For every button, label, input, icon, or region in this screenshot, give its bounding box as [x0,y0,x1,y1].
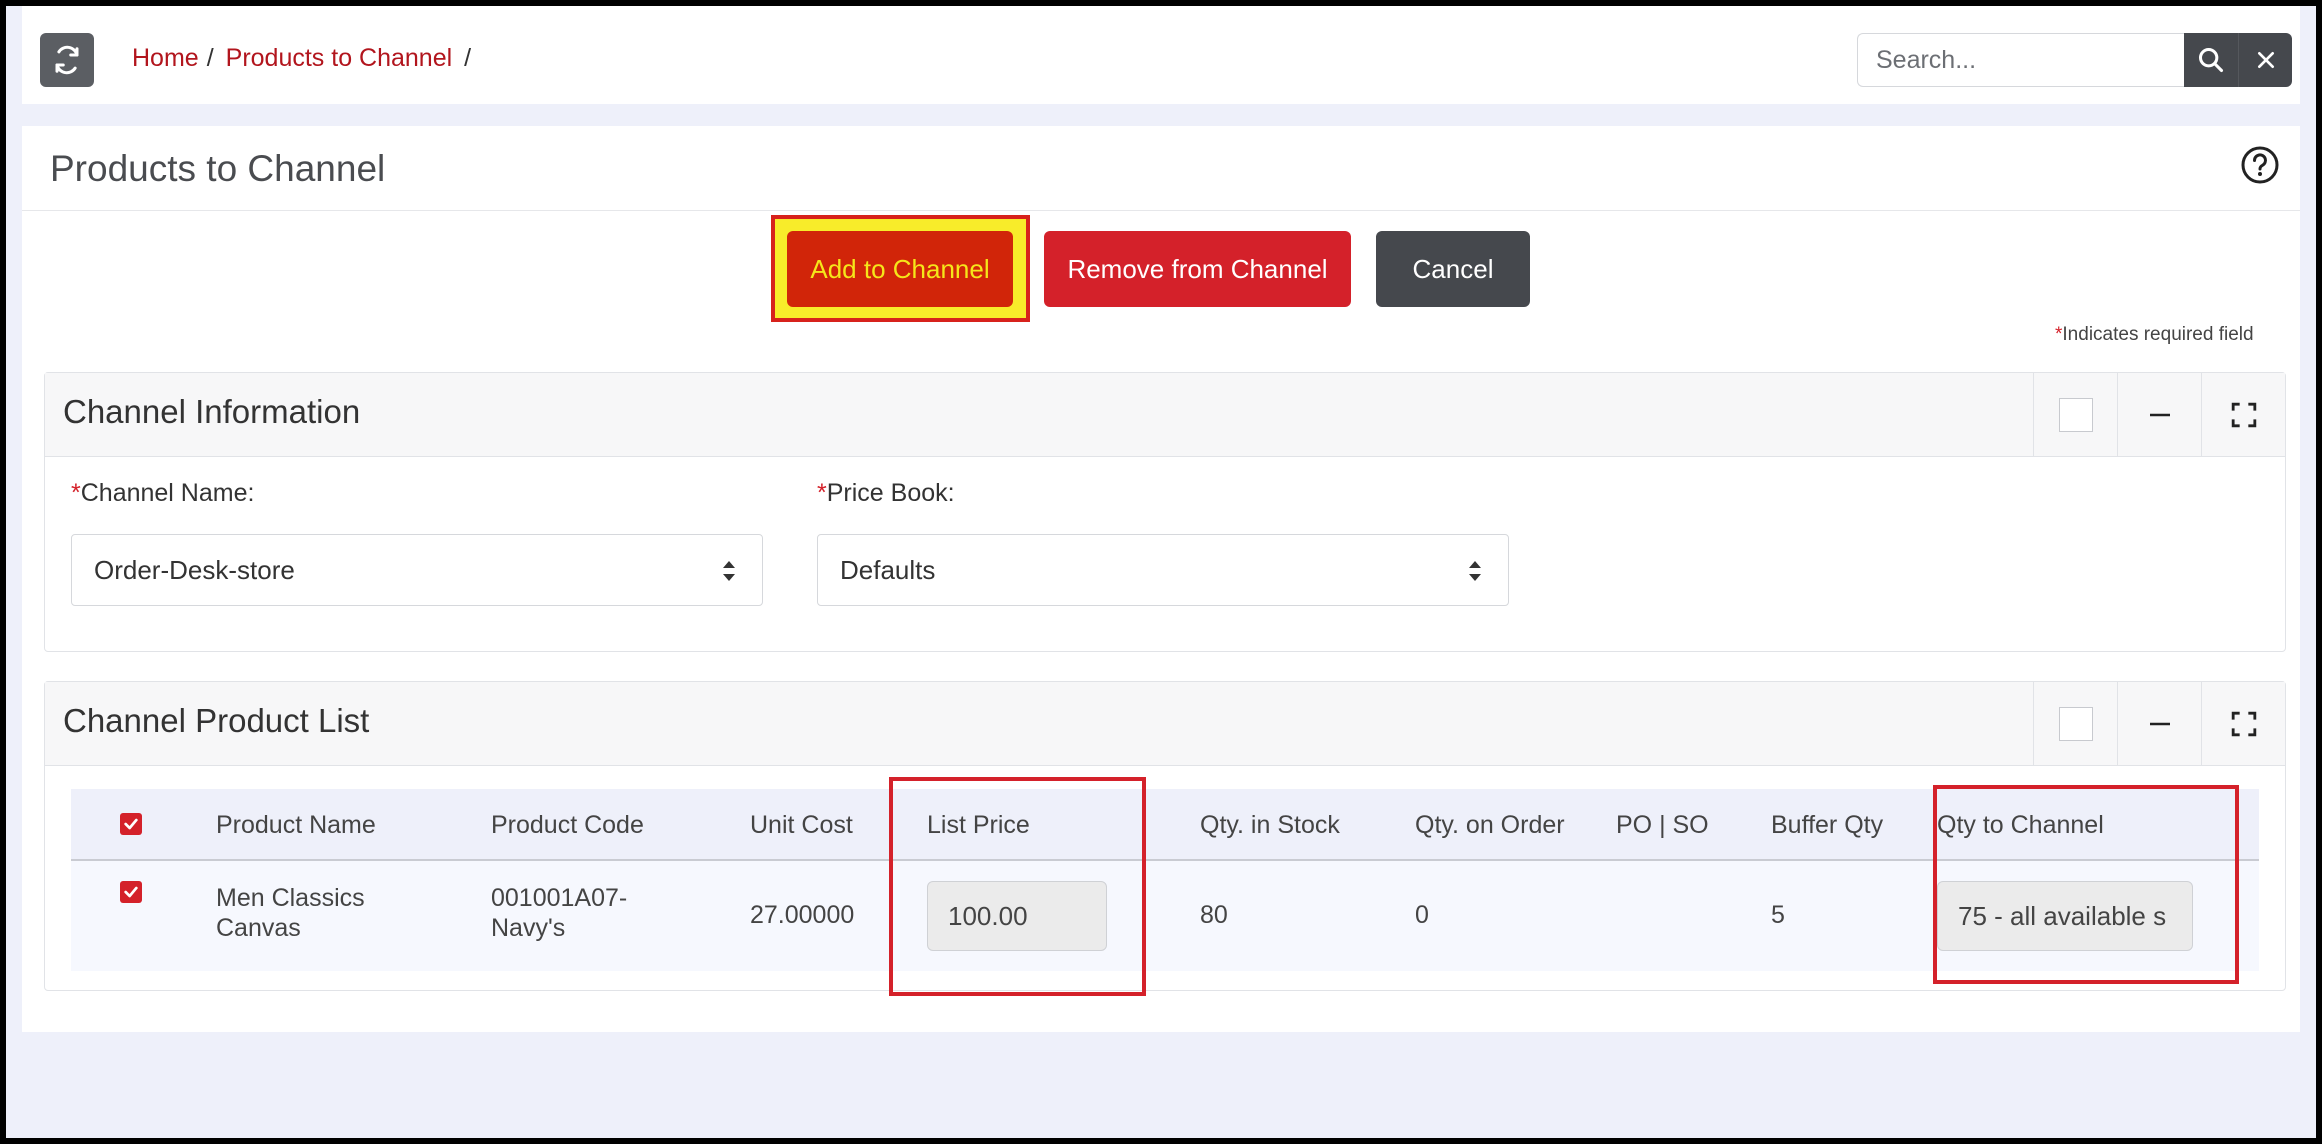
price-book-value: Defaults [840,554,936,585]
buffer-qty: 5 [1771,901,1785,929]
panel-title: Channel Information [63,393,361,430]
panel-select-tool[interactable] [2033,373,2117,457]
panel-tools [2033,373,2285,457]
column-header-product-name[interactable]: Product Name [216,811,376,840]
required-field-note: *Indicates required field [2055,324,2254,346]
product-code-line1: 001001A07- [491,884,628,912]
qty-in-stock: 80 [1200,901,1228,929]
select-all-checkbox[interactable] [120,813,142,835]
minus-icon [2149,722,2170,726]
cancel-button[interactable]: Cancel [1376,231,1530,307]
product-table: Product Name Product Code Unit Cost List… [71,789,2259,971]
main-card: Products to Channel Add to Channel Remov… [22,126,2300,1032]
required-star: * [71,479,81,507]
help-icon[interactable] [2240,145,2280,185]
add-to-channel-button[interactable]: Add to Channel [787,231,1013,307]
clear-search-button[interactable] [2238,33,2292,87]
remove-from-channel-button[interactable]: Remove from Channel [1044,231,1351,307]
column-header-buffer-qty[interactable]: Buffer Qty [1771,811,1883,840]
close-icon [2257,52,2274,68]
price-book-label: *Price Book: [817,479,955,508]
channel-name-label-text: Channel Name: [80,479,255,507]
check-icon [124,886,138,898]
price-book-select[interactable]: Defaults [817,534,1509,606]
breadcrumb: Home / Products to Channel / [132,44,483,73]
panel-header: Channel Information [45,373,2285,457]
required-note-text: Indicates required field [2062,324,2254,345]
search-input[interactable] [1857,33,2184,87]
page-title: Products to Channel [50,148,386,189]
channel-name-value: Order-Desk-store [94,554,295,585]
unit-cost: 27.00000 [750,901,855,929]
square-icon [2058,707,2093,741]
select-arrows-icon [723,561,735,581]
list-price-highlight [889,777,1146,996]
product-code: 001001A07- Navy's [491,883,627,943]
column-header-qty-on-order[interactable]: Qty. on Order [1415,811,1565,840]
row-checkbox[interactable] [120,881,142,903]
product-name-line2: Canvas [216,914,301,942]
column-header-qty-in-stock[interactable]: Qty. in Stock [1200,811,1340,840]
title-divider [22,210,2300,211]
breadcrumb-separator: / [206,44,214,72]
expand-button[interactable] [2201,373,2285,457]
product-name-line1: Men Classics [216,884,365,912]
qty-on-order: 0 [1415,901,1429,929]
column-header-po-so[interactable]: PO | SO [1616,811,1709,840]
panel-header: Channel Product List [45,682,2285,766]
search-button[interactable] [2184,33,2238,87]
search-bar [1857,33,2292,87]
panel-tools [2033,682,2285,766]
breadcrumb-current[interactable]: Products to Channel [226,44,453,73]
price-book-label-text: Price Book: [826,479,955,507]
product-code-line2: Navy's [491,914,566,942]
expand-icon [2231,711,2256,737]
column-header-unit-cost[interactable]: Unit Cost [750,811,853,840]
column-header-product-code[interactable]: Product Code [491,811,644,840]
panel-title: Channel Product List [63,702,370,739]
expand-icon [2231,402,2256,428]
refresh-icon [55,45,79,75]
panel-select-tool[interactable] [2033,682,2117,766]
top-bar: Home / Products to Channel / [22,6,2300,104]
app-frame: Home / Products to Channel / Products to… [6,6,2316,1138]
required-star: * [817,479,827,507]
search-icon [2198,47,2224,73]
channel-name-select[interactable]: Order-Desk-store [71,534,763,606]
square-icon [2058,398,2093,432]
select-arrows-icon [1469,561,1481,581]
expand-button[interactable] [2201,682,2285,766]
minus-icon [2149,413,2170,417]
breadcrumb-home[interactable]: Home [132,44,199,73]
product-name: Men Classics Canvas [216,883,365,943]
collapse-button[interactable] [2117,373,2201,457]
collapse-button[interactable] [2117,682,2201,766]
breadcrumb-separator-end: / [464,44,472,72]
check-icon [124,818,138,830]
qty-to-channel-highlight [1933,785,2239,984]
refresh-button[interactable] [40,33,94,87]
table-header: Product Name Product Code Unit Cost List… [71,789,2259,861]
channel-information-panel: Channel Information *Channel Name: Order… [44,372,2286,652]
channel-name-label: *Channel Name: [71,479,254,508]
table-row: Men Classics Canvas 001001A07- Navy's 27… [71,861,2259,971]
